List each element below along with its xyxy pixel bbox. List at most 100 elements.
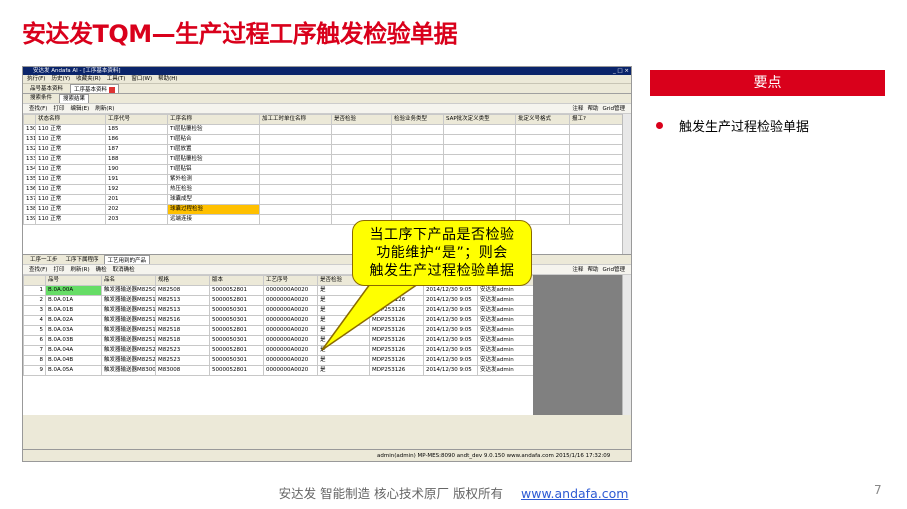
- refresh-button[interactable]: 刷新(R): [95, 104, 114, 113]
- upper-table-cell[interactable]: [391, 184, 444, 195]
- upper-table-row[interactable]: 139 110 正常 203 远端连接: [23, 214, 624, 225]
- upper-table-cell[interactable]: 185: [105, 124, 168, 135]
- upper-table-row[interactable]: 136 110 正常 192 热压检验: [23, 184, 624, 195]
- upper-table-cell[interactable]: [569, 144, 624, 155]
- lower-table-cell[interactable]: 触发器输送器M82508: [101, 285, 156, 296]
- upper-header-cell[interactable]: [23, 114, 36, 125]
- menu-favorites[interactable]: 收藏夹(R): [76, 75, 101, 83]
- lower-table-cell[interactable]: M82518: [155, 335, 210, 346]
- upper-table-cell[interactable]: 110 正常: [35, 124, 106, 135]
- lower-table-cell[interactable]: B.0A.03B: [45, 335, 102, 346]
- upper-table-cell[interactable]: [331, 184, 392, 195]
- upper-table-cell[interactable]: [569, 174, 624, 185]
- upper-table-cell[interactable]: [515, 134, 570, 145]
- upper-table-cell[interactable]: [515, 204, 570, 215]
- upper-table-cell[interactable]: [391, 144, 444, 155]
- lower-table-cell[interactable]: 安达发admin: [477, 295, 534, 306]
- lower-table-cell[interactable]: 触发器输送器M82513: [101, 295, 156, 306]
- lower-table-cell[interactable]: 安达发admin: [477, 325, 534, 336]
- lower-header-cell[interactable]: 版本: [209, 275, 264, 286]
- lower-table-cell[interactable]: M82516: [155, 315, 210, 326]
- upper-table-cell[interactable]: [391, 154, 444, 165]
- upper-header-cell[interactable]: 工序代号: [105, 114, 168, 125]
- upper-table-cell[interactable]: [443, 164, 516, 175]
- upper-table-cell[interactable]: 110 正常: [35, 184, 106, 195]
- lower-table-row[interactable]: 6 B.0A.03B 触发器输送器M82518 M82518 5000050301 000…: [23, 335, 534, 346]
- lower-table-cell[interactable]: B.0A.05A: [45, 365, 102, 376]
- lower-table-cell[interactable]: 5000052801: [209, 295, 264, 306]
- upper-table-cell[interactable]: 110 正常: [35, 134, 106, 145]
- upper-table-cell[interactable]: [443, 174, 516, 185]
- lower-table-cell[interactable]: 安达发admin: [477, 305, 534, 316]
- upper-table-cell[interactable]: TI层贴覆检验: [167, 154, 260, 165]
- upper-table-cell[interactable]: [443, 154, 516, 165]
- lower-table-cell[interactable]: M82513: [155, 305, 210, 316]
- lower-table-cell[interactable]: 7: [23, 345, 46, 356]
- upper-table-cell[interactable]: TI层粘合: [167, 134, 260, 145]
- tab-process-products[interactable]: 工艺用到的产品: [103, 255, 151, 264]
- lower-header-cell[interactable]: 品名: [101, 275, 156, 286]
- upper-table-cell[interactable]: 203: [105, 214, 168, 225]
- confirm-check-button[interactable]: 确检: [96, 265, 107, 274]
- upper-table-cell[interactable]: [443, 204, 516, 215]
- upper-table-cell[interactable]: [515, 124, 570, 135]
- lower-header-cell[interactable]: 规格: [155, 275, 210, 286]
- lower-table-cell[interactable]: 1: [23, 285, 46, 296]
- upper-table-cell[interactable]: [391, 124, 444, 135]
- upper-scrollbar[interactable]: [622, 114, 631, 254]
- upper-table-cell[interactable]: TI层贴覆检验: [167, 124, 260, 135]
- upper-table-row[interactable]: 130 110 正常 185 TI层贴覆检验: [23, 124, 624, 135]
- lower-table-cell[interactable]: 安达发admin: [477, 345, 534, 356]
- lower-table-cell[interactable]: 6: [23, 335, 46, 346]
- lower-table-cell[interactable]: 5000052801: [209, 285, 264, 296]
- upper-table-cell[interactable]: [259, 204, 332, 215]
- upper-table-cell[interactable]: 190: [105, 164, 168, 175]
- lower-table-cell[interactable]: 触发器输送器M82523: [101, 345, 156, 356]
- upper-table-cell[interactable]: [443, 184, 516, 195]
- upper-table-cell[interactable]: [515, 194, 570, 205]
- lower-table-cell[interactable]: B.0A.04A: [45, 345, 102, 356]
- upper-table-cell[interactable]: [331, 134, 392, 145]
- lower-table-cell[interactable]: 0000000A0020: [263, 295, 318, 306]
- lower-table-cell[interactable]: 3: [23, 305, 46, 316]
- upper-table-row[interactable]: 134 110 正常 190 TI层贴铝: [23, 164, 624, 175]
- lower-table-cell[interactable]: 5000050301: [209, 355, 264, 366]
- upper-table-cell[interactable]: [443, 134, 516, 145]
- upper-table-cell[interactable]: [331, 164, 392, 175]
- lower-table-cell[interactable]: 5000052801: [209, 345, 264, 356]
- upper-table-cell[interactable]: 186: [105, 134, 168, 145]
- upper-table-cell[interactable]: 192: [105, 184, 168, 195]
- lower-table-cell[interactable]: 5000052801: [209, 365, 264, 376]
- upper-table-cell[interactable]: 131: [23, 134, 36, 145]
- upper-table-cell[interactable]: [331, 154, 392, 165]
- upper-table-cell[interactable]: [569, 184, 624, 195]
- cancel-check-button[interactable]: 取消确检: [113, 265, 135, 274]
- lower-table-row[interactable]: 1 B.0A.00A 触发器输送器M82508 M82508 5000052801 000…: [23, 285, 534, 296]
- upper-table-cell[interactable]: [259, 124, 332, 135]
- lower-table-cell[interactable]: 触发器输送器M82516: [101, 315, 156, 326]
- tab-item-master[interactable]: 品号基本资料: [27, 84, 66, 93]
- upper-table-cell[interactable]: [331, 194, 392, 205]
- lower-table-cell[interactable]: 触发器输送器M82518: [101, 325, 156, 336]
- lower-table-cell[interactable]: 触发器输送器M82523: [101, 355, 156, 366]
- upper-table-cell[interactable]: [259, 184, 332, 195]
- lower-table-cell[interactable]: 安达发admin: [477, 365, 534, 376]
- lower-table-cell[interactable]: 5000050301: [209, 315, 264, 326]
- upper-table-cell[interactable]: [391, 174, 444, 185]
- lower-print-button[interactable]: 打印: [53, 265, 64, 274]
- lower-table-cell[interactable]: 8: [23, 355, 46, 366]
- lower-table-cell[interactable]: 触发器输送器M83008: [101, 365, 156, 376]
- upper-table-cell[interactable]: 110 正常: [35, 194, 106, 205]
- upper-table-cell[interactable]: 138: [23, 204, 36, 215]
- lower-table-cell[interactable]: 0000000A0020: [263, 365, 318, 376]
- upper-table-cell[interactable]: 137: [23, 194, 36, 205]
- upper-table-cell[interactable]: 110 正常: [35, 164, 106, 175]
- upper-header-cell[interactable]: SAP批次定义类型: [443, 114, 516, 125]
- lower-table-cell[interactable]: 0000000A0020: [263, 355, 318, 366]
- close-tab-icon[interactable]: [109, 86, 116, 93]
- upper-table-cell[interactable]: [331, 174, 392, 185]
- upper-table-cell[interactable]: [331, 144, 392, 155]
- lower-table-cell[interactable]: 安达发admin: [477, 355, 534, 366]
- upper-table-cell[interactable]: 139: [23, 214, 36, 225]
- upper-table-cell[interactable]: 110 正常: [35, 204, 106, 215]
